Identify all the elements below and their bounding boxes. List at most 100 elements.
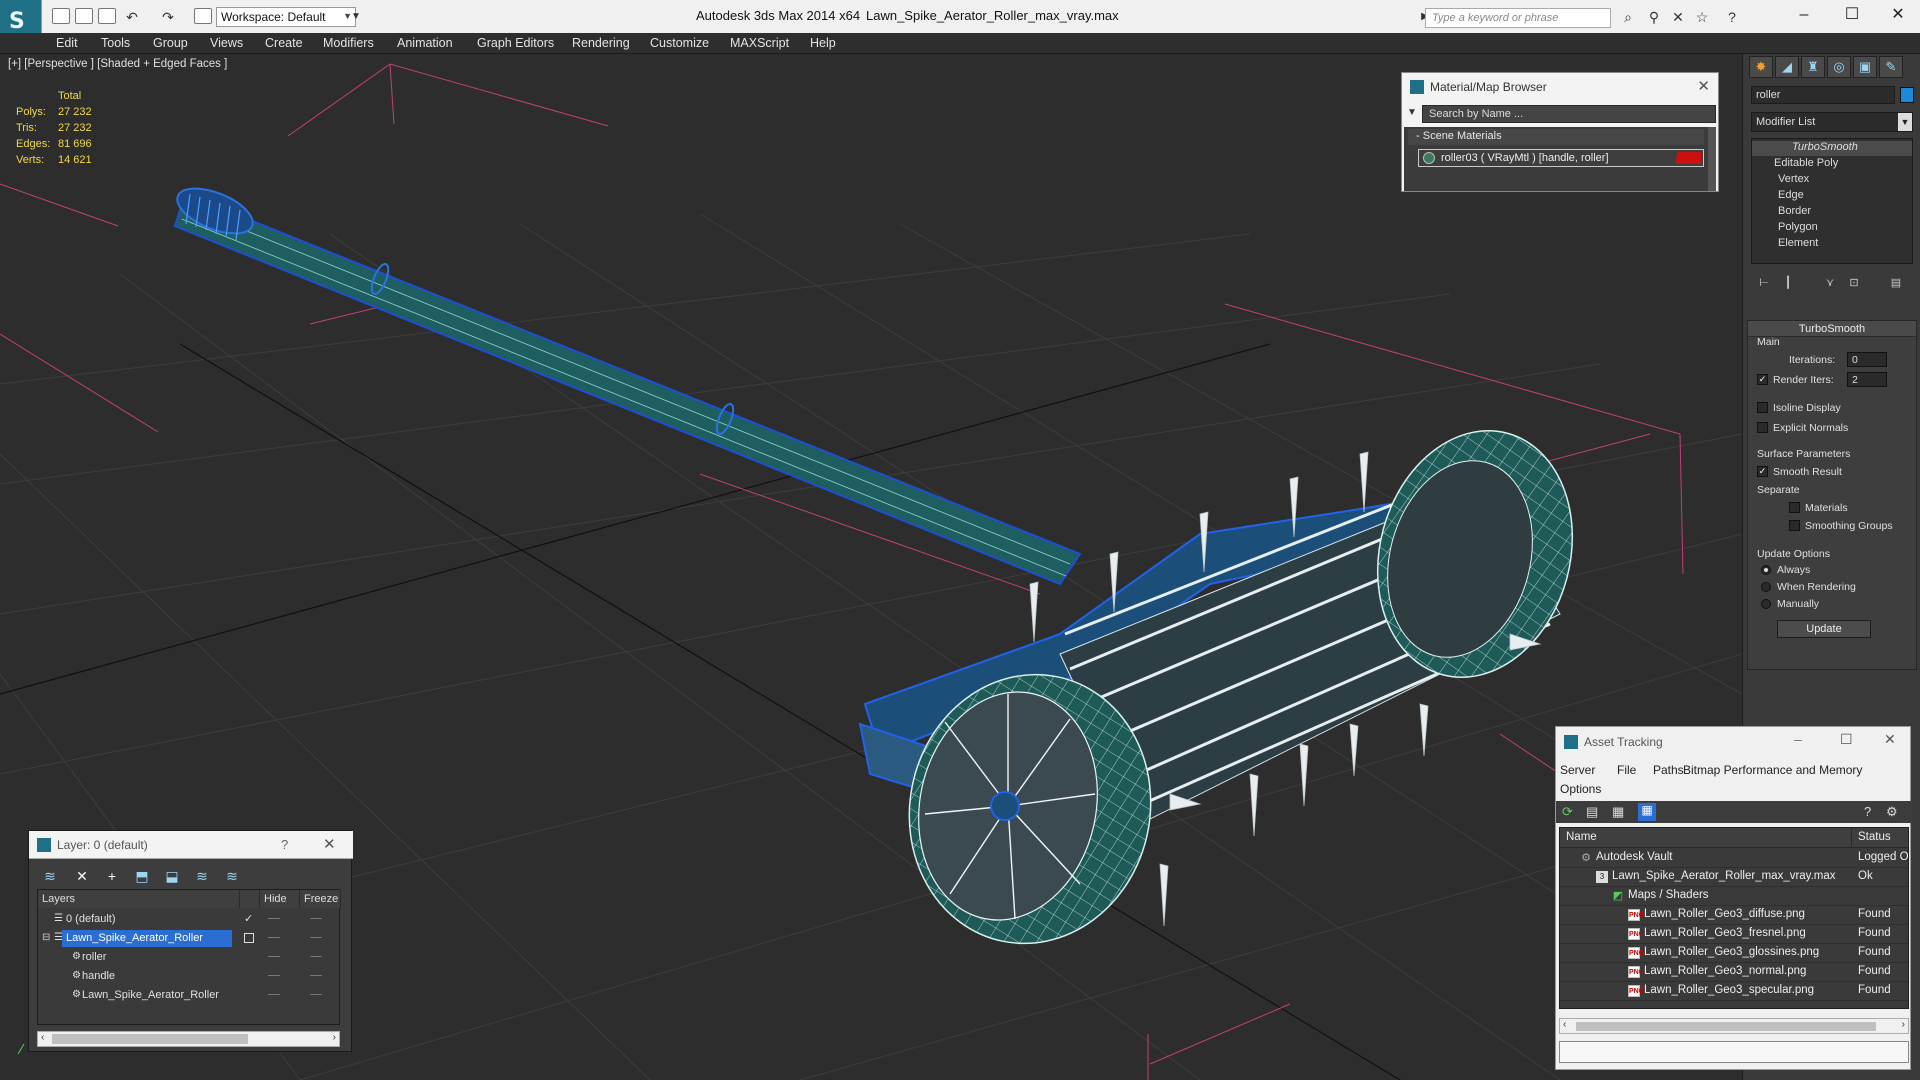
select-in-layer-icon[interactable]: ⬓: [163, 867, 181, 885]
chevron-down-icon[interactable]: ▼: [348, 10, 364, 24]
layer-hscrollbar[interactable]: ‹ ›: [37, 1031, 340, 1047]
menu-help[interactable]: Help: [810, 36, 836, 50]
explicit-normals-checkbox[interactable]: [1757, 422, 1768, 433]
stack-item-element[interactable]: Element: [1778, 237, 1818, 252]
asset-row[interactable]: PNG Lawn_Roller_Geo3_glossines.png Found: [1560, 944, 1908, 963]
stack-item-turbosmooth[interactable]: TurboSmooth: [1752, 141, 1912, 156]
manually-radio[interactable]: [1761, 599, 1771, 609]
object-color-swatch[interactable]: [1900, 87, 1914, 103]
menu-edit[interactable]: Edit: [56, 36, 78, 50]
stack-item-border[interactable]: Border: [1778, 205, 1811, 220]
hierarchy-tab-icon[interactable]: ♜: [1801, 56, 1825, 78]
layer-row[interactable]: ☰ 0 (default) ✓: [38, 910, 341, 929]
menu-bitmap-performance[interactable]: Bitmap Performance and Memory: [1683, 763, 1862, 777]
update-button[interactable]: Update: [1777, 620, 1871, 638]
table-view-icon[interactable]: ▦: [1638, 803, 1656, 821]
smoothing-groups-checkbox[interactable]: [1789, 520, 1800, 531]
col-freeze[interactable]: Freeze: [300, 890, 341, 908]
viewport-label[interactable]: [+] [Perspective ] [Shaded + Edged Faces…: [8, 58, 227, 70]
layer-row[interactable]: ⚙ roller: [38, 948, 341, 967]
scroll-left-icon[interactable]: ‹: [41, 1032, 44, 1043]
menu-views[interactable]: Views: [210, 36, 243, 50]
menu-options[interactable]: Options: [1560, 782, 1601, 796]
asset-row[interactable]: ⚙ Autodesk Vault Logged O: [1560, 849, 1908, 868]
iterations-spinner[interactable]: 0: [1847, 352, 1887, 367]
freeze-toggle[interactable]: [310, 956, 322, 957]
display-tab-icon[interactable]: ▣: [1853, 56, 1877, 78]
menu-customize[interactable]: Customize: [650, 36, 709, 50]
col-status[interactable]: Status: [1852, 828, 1908, 848]
asset-row[interactable]: PNG Lawn_Roller_Geo3_normal.png Found: [1560, 963, 1908, 982]
menu-group[interactable]: Group: [153, 36, 188, 50]
new-layer-icon[interactable]: +: [103, 867, 121, 885]
render-iters-spinner[interactable]: 2: [1847, 372, 1887, 387]
menu-animation[interactable]: Animation: [397, 36, 453, 50]
help-icon[interactable]: ?: [1724, 10, 1740, 24]
layer-row[interactable]: ⊟ ☰ Lawn_Spike_Aerator_Roller: [38, 929, 341, 948]
pin-stack-icon[interactable]: ⊢: [1757, 276, 1771, 290]
minimize-button[interactable]: –: [1794, 731, 1802, 747]
asset-row[interactable]: PNG Lawn_Roller_Geo3_fresnel.png Found: [1560, 925, 1908, 944]
filter-icon[interactable]: ▼: [1407, 107, 1417, 118]
list-view-icon[interactable]: ▤: [1586, 804, 1598, 820]
menu-file[interactable]: File: [1617, 763, 1636, 777]
modifier-list-dropdown[interactable]: Modifier List ▼: [1751, 112, 1913, 132]
redo-icon[interactable]: ↷: [160, 10, 176, 24]
hide-toggle[interactable]: [268, 975, 280, 976]
asset-hscrollbar[interactable]: ‹ ›: [1559, 1018, 1909, 1034]
hide-toggle[interactable]: [268, 937, 280, 938]
smooth-result-checkbox[interactable]: ✓: [1757, 466, 1768, 477]
modify-tab-icon[interactable]: ◢: [1775, 56, 1799, 78]
freeze-toggle[interactable]: [310, 994, 322, 995]
binoculars-icon[interactable]: ⌕: [1620, 10, 1636, 24]
save-file-icon[interactable]: [98, 8, 116, 24]
asset-row[interactable]: PNG Lawn_Roller_Geo3_specular.png Found: [1560, 982, 1908, 1001]
hide-toggle[interactable]: [268, 918, 280, 919]
hide-toggle[interactable]: [268, 956, 280, 957]
object-name-field[interactable]: roller: [1751, 86, 1895, 104]
scroll-thumb[interactable]: [1576, 1022, 1876, 1031]
asset-row[interactable]: PNG Lawn_Roller_Geo3_diffuse.png Found: [1560, 906, 1908, 925]
open-file-icon[interactable]: [75, 8, 93, 24]
menu-graph-editors[interactable]: Graph Editors: [477, 36, 554, 50]
stack-item-editable-poly[interactable]: Editable Poly: [1758, 157, 1838, 172]
show-end-result-icon[interactable]: ┃: [1781, 276, 1795, 290]
remove-modifier-icon[interactable]: ⊡: [1847, 276, 1861, 290]
make-unique-icon[interactable]: ⋎: [1823, 276, 1837, 290]
search-icon[interactable]: ⚲: [1646, 10, 1662, 24]
expand-icon[interactable]: ⊟: [42, 932, 50, 943]
set-active-box[interactable]: [244, 933, 254, 943]
menu-modifiers[interactable]: Modifiers: [323, 36, 374, 50]
layer-row[interactable]: ⚙ handle: [38, 967, 341, 986]
menu-create[interactable]: Create: [265, 36, 303, 50]
rollout-title[interactable]: TurboSmooth: [1748, 321, 1916, 337]
layer-row[interactable]: ⚙ Lawn_Spike_Aerator_Roller: [38, 986, 341, 1005]
materials-checkbox[interactable]: [1789, 502, 1800, 513]
freeze-toggle[interactable]: [310, 918, 322, 919]
material-item[interactable]: roller03 ( VRayMtl ) [handle, roller]: [1418, 149, 1704, 167]
menu-server[interactable]: Server: [1560, 763, 1595, 777]
asset-path-field[interactable]: [1559, 1041, 1909, 1063]
close-button[interactable]: ✕: [1878, 4, 1918, 26]
new-file-icon[interactable]: [52, 8, 70, 24]
col-hide[interactable]: Hide: [260, 890, 300, 908]
configure-sets-icon[interactable]: ▤: [1889, 276, 1903, 290]
settings-icon[interactable]: ⚙: [1886, 804, 1898, 820]
help-icon[interactable]: ?: [281, 837, 288, 852]
menu-rendering[interactable]: Rendering: [572, 36, 630, 50]
workspace-dropdown[interactable]: Workspace: Default ▼: [216, 7, 356, 27]
scroll-thumb[interactable]: [52, 1034, 248, 1044]
when-rendering-radio[interactable]: [1761, 582, 1771, 592]
scroll-right-icon[interactable]: ›: [333, 1032, 336, 1043]
subscription-icon[interactable]: ✕: [1670, 10, 1686, 24]
layer-manager-icon[interactable]: ≋: [41, 867, 59, 885]
maximize-button[interactable]: ☐: [1840, 731, 1853, 748]
hide-all-icon[interactable]: ≋: [223, 867, 241, 885]
undo-icon[interactable]: ↶: [124, 10, 140, 24]
utilities-tab-icon[interactable]: ✎: [1879, 56, 1903, 78]
active-layer-check-icon[interactable]: ✓: [244, 912, 253, 925]
material-browser-scrollbar[interactable]: [1708, 127, 1716, 191]
menu-paths[interactable]: Paths: [1653, 763, 1684, 777]
asset-row[interactable]: ◩ Maps / Shaders: [1560, 887, 1908, 906]
close-icon[interactable]: ✕: [1697, 77, 1710, 95]
